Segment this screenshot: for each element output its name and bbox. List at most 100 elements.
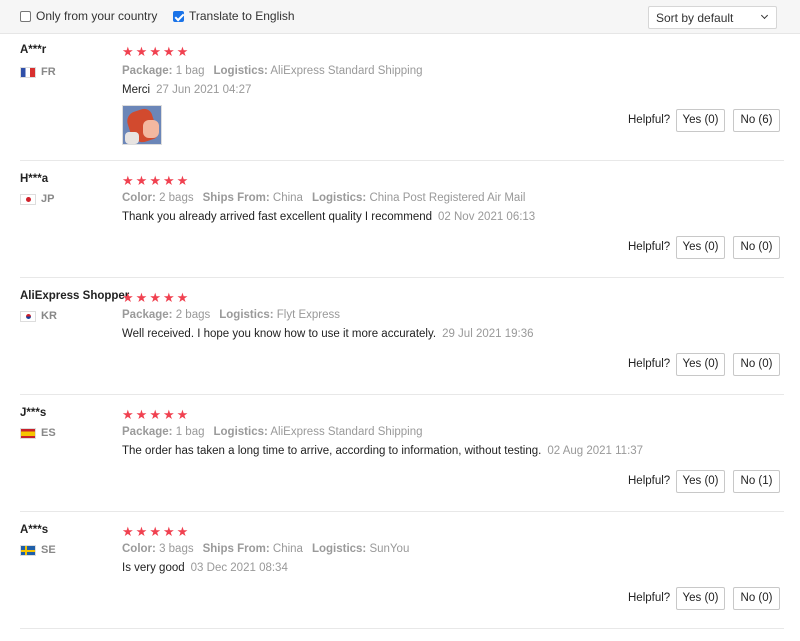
helpful-no-button[interactable]: No (0) bbox=[733, 236, 780, 259]
country-code: FR bbox=[41, 66, 56, 78]
star-icon: ★ bbox=[176, 524, 189, 539]
sort-dropdown-value: Sort by default bbox=[656, 11, 734, 25]
star-icon: ★ bbox=[162, 290, 175, 305]
star-icon: ★ bbox=[176, 290, 189, 305]
star-icon: ★ bbox=[149, 524, 161, 539]
detail-key: Logistics: bbox=[311, 192, 367, 204]
review-date: 27 Jun 2021 04:27 bbox=[156, 84, 252, 96]
detail-key: Logistics: bbox=[219, 309, 274, 321]
review-body: Merci bbox=[122, 84, 151, 96]
detail-key: Logistics: bbox=[213, 426, 268, 438]
detail-value: China bbox=[272, 543, 303, 555]
star-icon: ★ bbox=[149, 44, 161, 59]
detail-value: 3 bags bbox=[159, 543, 194, 555]
country-flag-icon bbox=[20, 193, 36, 205]
detail-key: Ships From: bbox=[202, 192, 270, 204]
reviewer-name: AliExpress Shopper bbox=[20, 290, 130, 302]
order-details: Package: 2 bags Logistics: Flyt Express bbox=[122, 309, 349, 321]
review-item: A***r FR ★ ★ ★ ★ ★ Package: 1 bag Logistics: Ali… bbox=[0, 34, 800, 161]
star-rating: ★ ★ ★ ★ ★ bbox=[122, 525, 188, 538]
review-item: H***a JP ★ ★ ★ ★ ★ Color: 2 bags Ships From: Chi… bbox=[0, 160, 800, 278]
review-divider bbox=[20, 628, 784, 629]
review-date: 03 Dec 2021 08:34 bbox=[190, 562, 288, 574]
star-rating: ★ ★ ★ ★ ★ bbox=[122, 174, 188, 187]
detail-key: Logistics: bbox=[311, 543, 367, 555]
reviewer-name: A***s bbox=[20, 524, 49, 536]
filter-bar: Only from your country Translate to Engl… bbox=[0, 0, 800, 34]
star-icon: ★ bbox=[162, 407, 175, 422]
star-icon: ★ bbox=[149, 173, 161, 188]
review-photo-thumbnail[interactable] bbox=[122, 105, 162, 145]
star-icon: ★ bbox=[122, 173, 134, 188]
review-item: A***s SE ★ ★ ★ ★ ★ Color: 3 bags Ships From: Chi… bbox=[0, 511, 800, 629]
star-icon: ★ bbox=[135, 407, 148, 422]
review-text: Thank you already arrived fast excellent… bbox=[122, 211, 535, 223]
detail-key: Package: bbox=[122, 65, 173, 77]
star-rating: ★ ★ ★ ★ ★ bbox=[122, 408, 188, 421]
detail-key: Logistics: bbox=[213, 65, 268, 77]
star-icon: ★ bbox=[122, 407, 134, 422]
detail-key: Package: bbox=[122, 426, 173, 438]
country-code: ES bbox=[41, 427, 56, 439]
helpful-no-button[interactable]: No (0) bbox=[733, 353, 780, 376]
helpful-yes-button[interactable]: Yes (0) bbox=[676, 353, 725, 376]
reviewer-country: JP bbox=[20, 193, 54, 205]
helpful-no-button[interactable]: No (6) bbox=[733, 109, 780, 132]
detail-value: 2 bags bbox=[159, 192, 194, 204]
only-from-country-checkbox[interactable] bbox=[20, 10, 31, 22]
helpful-label: Helpful? bbox=[628, 592, 671, 604]
star-icon: ★ bbox=[162, 44, 175, 59]
review-item: J***s ES ★ ★ ★ ★ ★ Package: 1 bag Logistics: Ali… bbox=[0, 394, 800, 512]
country-flag-icon bbox=[20, 427, 36, 439]
star-icon: ★ bbox=[122, 290, 134, 305]
star-icon: ★ bbox=[162, 524, 175, 539]
helpful-label: Helpful? bbox=[628, 358, 671, 370]
star-icon: ★ bbox=[176, 44, 189, 59]
helpful-yes-button[interactable]: Yes (0) bbox=[676, 587, 725, 610]
reviewer-country: FR bbox=[20, 66, 56, 78]
chevron-down-icon bbox=[760, 11, 769, 20]
star-icon: ★ bbox=[162, 173, 175, 188]
reviewer-country: KR bbox=[20, 310, 57, 322]
photo-shape bbox=[143, 120, 159, 138]
review-body: Well received. I hope you know how to us… bbox=[122, 328, 437, 340]
detail-value: China Post Registered Air Mail bbox=[369, 192, 526, 204]
star-icon: ★ bbox=[135, 290, 148, 305]
reviewer-country: SE bbox=[20, 544, 56, 556]
country-code: SE bbox=[41, 544, 56, 556]
order-details: Package: 1 bag Logistics: AliExpress Stan… bbox=[122, 426, 432, 438]
star-icon: ★ bbox=[135, 173, 148, 188]
helpful-no-button[interactable]: No (1) bbox=[733, 470, 780, 493]
helpful-label: Helpful? bbox=[628, 241, 671, 253]
star-icon: ★ bbox=[176, 173, 189, 188]
translate-checkbox[interactable] bbox=[173, 10, 184, 22]
helpful-yes-button[interactable]: Yes (0) bbox=[676, 236, 725, 259]
detail-key: Package: bbox=[122, 309, 173, 321]
star-rating: ★ ★ ★ ★ ★ bbox=[122, 45, 188, 58]
detail-value: Flyt Express bbox=[276, 309, 341, 321]
review-text: Merci 27 Jun 2021 04:27 bbox=[122, 84, 251, 96]
detail-value: AliExpress Standard Shipping bbox=[270, 65, 423, 77]
helpful-label: Helpful? bbox=[628, 475, 671, 487]
helpful-yes-button[interactable]: Yes (0) bbox=[676, 109, 725, 132]
review-text: The order has taken a long time to arriv… bbox=[122, 445, 643, 457]
photo-shape bbox=[125, 132, 139, 144]
review-text: Well received. I hope you know how to us… bbox=[122, 328, 534, 340]
country-flag-icon bbox=[20, 310, 36, 322]
star-rating: ★ ★ ★ ★ ★ bbox=[122, 291, 188, 304]
helpful-no-button[interactable]: No (0) bbox=[733, 587, 780, 610]
review-date: 02 Nov 2021 06:13 bbox=[438, 211, 536, 223]
detail-value: China bbox=[272, 192, 303, 204]
country-code: JP bbox=[41, 193, 55, 205]
sort-dropdown[interactable]: Sort by default bbox=[648, 6, 777, 29]
detail-value: AliExpress Standard Shipping bbox=[270, 426, 423, 438]
translate-filter[interactable]: Translate to English bbox=[173, 9, 295, 23]
review-text: Is very good 03 Dec 2021 08:34 bbox=[122, 562, 288, 574]
star-icon: ★ bbox=[122, 44, 134, 59]
star-icon: ★ bbox=[135, 44, 148, 59]
detail-value: SunYou bbox=[369, 543, 410, 555]
only-from-country-filter[interactable]: Only from your country bbox=[20, 9, 157, 23]
star-icon: ★ bbox=[122, 524, 134, 539]
translate-label: Translate to English bbox=[189, 9, 295, 23]
helpful-yes-button[interactable]: Yes (0) bbox=[676, 470, 725, 493]
